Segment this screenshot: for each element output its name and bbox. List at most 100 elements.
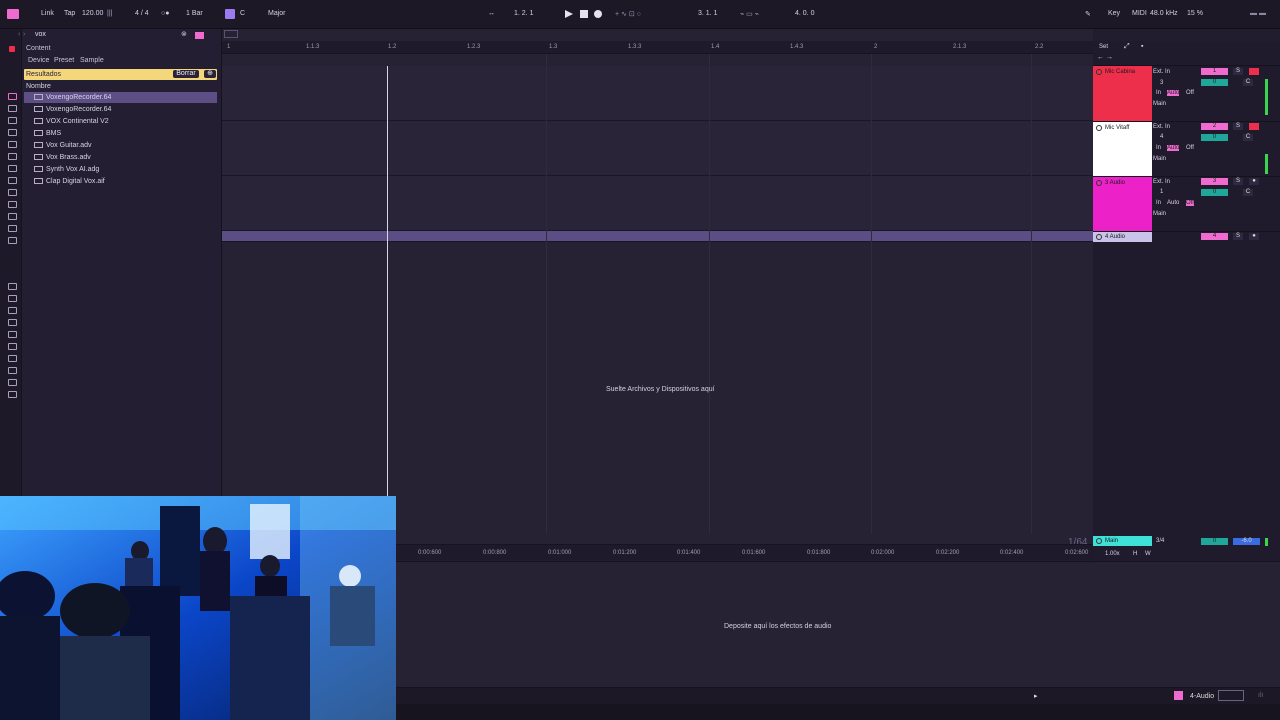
track-header-3[interactable]: 3 Audio bbox=[1093, 177, 1152, 231]
overview-scroll-handle[interactable] bbox=[224, 30, 238, 38]
list-item[interactable]: VoxengoRecorder.64 bbox=[32, 104, 216, 115]
user-library-icon[interactable] bbox=[8, 319, 17, 326]
track-header-4[interactable]: 4 Audio bbox=[1093, 232, 1152, 242]
folder-icon[interactable] bbox=[8, 343, 17, 350]
input-type-dropdown[interactable]: Ext. In bbox=[1153, 179, 1170, 185]
beat-ruler[interactable]: 1 1.1.3 1.2 1.2.3 1.3 1.3.3 1.4 1.4.3 2 … bbox=[222, 41, 1093, 54]
activator-icon[interactable] bbox=[1096, 234, 1102, 240]
close-icon[interactable] bbox=[9, 46, 15, 52]
clear-results-button[interactable]: Borrar bbox=[173, 70, 199, 78]
forward-arrow-icon[interactable]: › bbox=[23, 31, 25, 38]
clear-search-icon[interactable]: ⊗ bbox=[181, 30, 187, 38]
scale-mode-icon[interactable] bbox=[225, 9, 235, 19]
folder-icon[interactable] bbox=[8, 367, 17, 374]
track-activator-number[interactable]: 4 bbox=[1201, 233, 1228, 240]
loop-icon[interactable]: ⌁ ▭ ⌁ bbox=[740, 10, 759, 18]
activator-icon[interactable] bbox=[1096, 125, 1102, 131]
time-ruler[interactable]: 0:00:600 0:00:800 0:01:000 0:01:200 0:01… bbox=[396, 544, 1093, 560]
play-icon[interactable] bbox=[564, 9, 574, 19]
track-lane-3-audio[interactable] bbox=[222, 176, 1093, 231]
pan-field[interactable]: C bbox=[1243, 79, 1253, 86]
activator-icon[interactable] bbox=[1096, 180, 1102, 186]
list-item[interactable]: BMS bbox=[32, 128, 216, 139]
input-channel-dropdown[interactable]: 1 bbox=[1160, 189, 1163, 195]
filter-icon[interactable] bbox=[195, 32, 204, 39]
tunings-icon[interactable] bbox=[8, 225, 17, 232]
packs-icon[interactable] bbox=[8, 283, 17, 290]
song-position-field[interactable]: 1. 2. 1 bbox=[514, 10, 533, 17]
arm-button[interactable]: ● bbox=[1249, 178, 1259, 185]
plugins-icon[interactable] bbox=[8, 177, 17, 184]
monitor-in-button[interactable]: In bbox=[1156, 90, 1161, 96]
monitor-off-button[interactable]: Off bbox=[1186, 90, 1194, 96]
filter-sample-tab[interactable]: Sample bbox=[80, 57, 104, 64]
list-item[interactable]: Clap Digital Vox.aif bbox=[32, 176, 216, 187]
track-name[interactable]: 3 Audio bbox=[1105, 180, 1125, 186]
expand-icon[interactable]: ⤢ bbox=[1124, 43, 1130, 51]
search-input[interactable]: vox bbox=[35, 31, 46, 38]
arm-button[interactable] bbox=[1249, 123, 1259, 130]
track-lane-4-audio[interactable] bbox=[222, 231, 1093, 242]
main-track-name[interactable]: Main bbox=[1105, 538, 1118, 544]
monitor-in-button[interactable]: In bbox=[1156, 145, 1161, 151]
filter-device-tab[interactable]: Device bbox=[28, 57, 49, 64]
max-for-live-icon[interactable] bbox=[8, 165, 17, 172]
set-button[interactable]: Set bbox=[1099, 44, 1108, 50]
scale-dropdown[interactable]: Major bbox=[268, 10, 286, 17]
grooves-icon[interactable] bbox=[8, 213, 17, 220]
track-lane-mic-cabina[interactable] bbox=[222, 66, 1093, 121]
output-dropdown[interactable]: Main bbox=[1153, 211, 1166, 217]
monitor-auto-button[interactable]: Auto bbox=[1167, 145, 1180, 151]
loop-length-field[interactable]: 4. 0. 0 bbox=[795, 10, 814, 17]
drums-icon[interactable] bbox=[8, 117, 17, 124]
solo-button[interactable]: S bbox=[1233, 123, 1243, 130]
monitor-off-button[interactable]: Off bbox=[1186, 145, 1194, 151]
templates-icon[interactable] bbox=[8, 237, 17, 244]
overview-icon[interactable]: ▬ ▬ bbox=[1250, 10, 1266, 17]
back-arrow-icon[interactable]: ‹ bbox=[18, 31, 20, 38]
midi-effects-icon[interactable] bbox=[8, 153, 17, 160]
track-lane-mic-vitaff[interactable] bbox=[222, 121, 1093, 176]
folder-icon[interactable] bbox=[8, 355, 17, 362]
list-item[interactable]: Vox Guitar.adv bbox=[32, 140, 216, 151]
solo-button[interactable]: S bbox=[1233, 68, 1243, 75]
track-name[interactable]: Mic Vitaff bbox=[1105, 125, 1129, 131]
folder-icon[interactable] bbox=[8, 379, 17, 386]
list-item[interactable]: VoxengoRecorder.64 bbox=[24, 92, 217, 103]
output-dropdown[interactable]: Main bbox=[1153, 101, 1166, 107]
tempo-field[interactable]: 120.00 bbox=[82, 10, 103, 17]
audio-effects-icon[interactable] bbox=[8, 141, 17, 148]
list-item[interactable]: Synth Vox AI.adg bbox=[32, 164, 216, 175]
arm-button[interactable]: ● bbox=[1249, 233, 1259, 240]
lock-icon[interactable]: ▪ bbox=[1141, 43, 1143, 50]
clips-icon[interactable] bbox=[8, 189, 17, 196]
volume-field[interactable]: 0 bbox=[1201, 134, 1228, 141]
track-activator-number[interactable]: 3 bbox=[1201, 178, 1228, 185]
input-channel-dropdown[interactable]: 3 bbox=[1160, 80, 1163, 86]
draw-mode-icon[interactable]: ✎ bbox=[1085, 10, 1091, 18]
stop-icon[interactable] bbox=[580, 10, 588, 18]
list-item[interactable]: VOX Continental V2 bbox=[32, 116, 216, 127]
track-name[interactable]: Mic Cabina bbox=[1105, 69, 1135, 75]
track-activator-number[interactable]: 2 bbox=[1201, 123, 1228, 130]
live-logo-icon[interactable] bbox=[7, 9, 19, 19]
volume-field[interactable]: 0 bbox=[1201, 79, 1228, 86]
arm-button[interactable] bbox=[1249, 68, 1259, 75]
main-volume-field[interactable]: 0 bbox=[1201, 538, 1228, 545]
play-small-icon[interactable]: ▸ bbox=[1034, 692, 1038, 700]
add-folder-icon[interactable] bbox=[8, 391, 17, 398]
input-type-dropdown[interactable]: Ext. In bbox=[1153, 69, 1170, 75]
main-level-field[interactable]: -6.0 bbox=[1233, 538, 1260, 545]
record-icon[interactable] bbox=[594, 10, 602, 18]
key-map-button[interactable]: Key bbox=[1108, 10, 1120, 17]
monitor-auto-button[interactable]: Auto bbox=[1167, 200, 1179, 206]
session-record-icon[interactable]: + ∿ ⊡ ○ bbox=[615, 10, 641, 18]
current-project-icon[interactable] bbox=[8, 331, 17, 338]
device-chain-panel[interactable]: Deposite aquí los efectos de audio bbox=[396, 561, 1280, 687]
main-track-header[interactable]: Main bbox=[1093, 536, 1152, 546]
monitor-in-button[interactable]: In bbox=[1156, 200, 1161, 206]
volume-field[interactable]: 0 bbox=[1201, 189, 1228, 196]
input-channel-dropdown[interactable]: 4 bbox=[1160, 134, 1163, 140]
speed-field[interactable]: 1.00x bbox=[1105, 551, 1120, 557]
key-root-dropdown[interactable]: C bbox=[240, 10, 245, 17]
